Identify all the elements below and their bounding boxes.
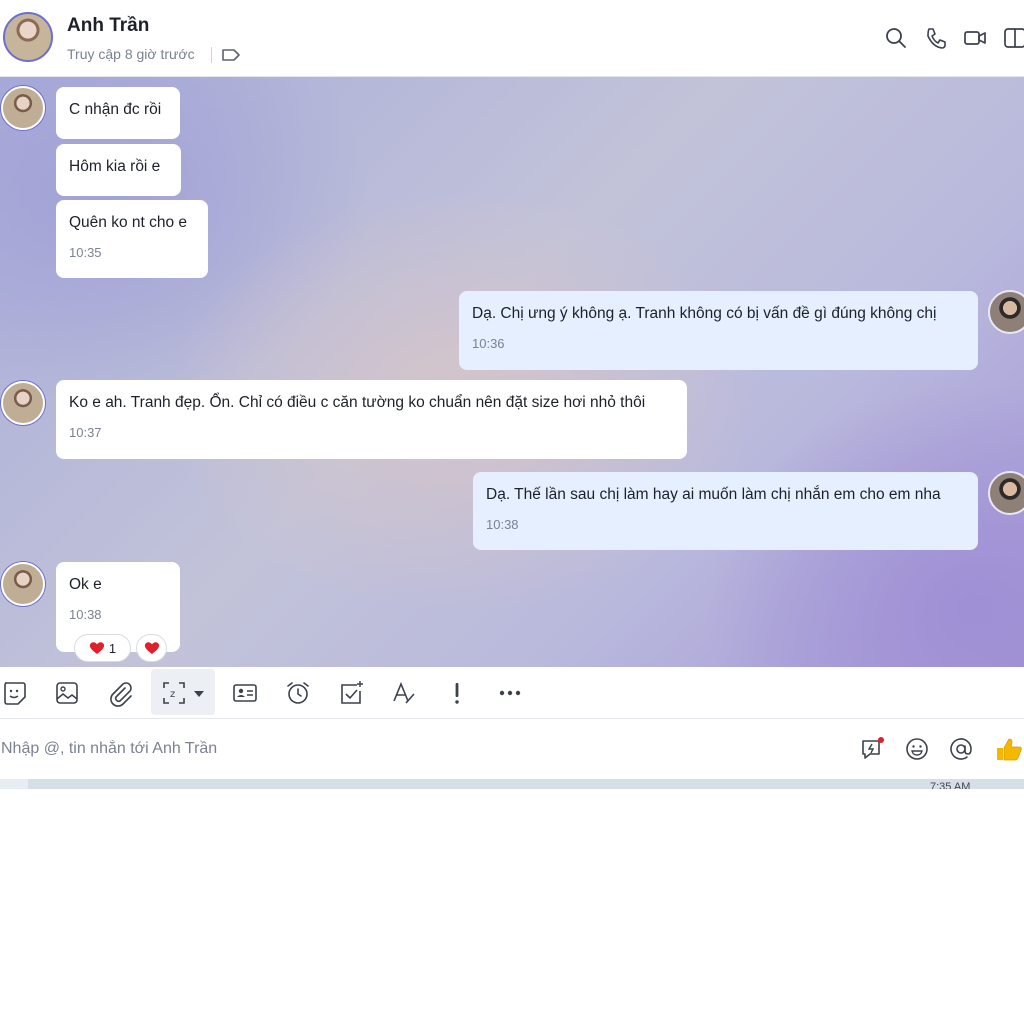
message-input[interactable] — [0, 735, 821, 763]
task-icon[interactable] — [337, 679, 365, 707]
message-text: Ko e ah. Tranh đẹp. Ổn. Chỉ có điều c că… — [69, 394, 646, 411]
chat-header: Anh Trần Truy cập 8 giờ trước — [0, 0, 1024, 77]
mention-icon[interactable] — [948, 736, 974, 762]
urgent-icon[interactable] — [443, 679, 471, 707]
message-bubble[interactable]: Quên ko nt cho e 10:35 — [56, 200, 208, 278]
composer-toolbar: z — [0, 667, 1024, 719]
contact-card-icon[interactable] — [231, 679, 259, 707]
screenshot-icon[interactable]: z — [160, 679, 188, 707]
sender-avatar[interactable] — [1, 381, 45, 425]
quick-message-icon[interactable] — [860, 736, 886, 762]
attachment-icon[interactable] — [106, 679, 134, 707]
message-text: Quên ko nt cho e — [69, 214, 188, 231]
reminder-icon[interactable] — [284, 679, 312, 707]
voice-call-icon[interactable] — [924, 25, 948, 51]
message-text: Dạ. Chị ưng ý không ạ. Tranh không có bị… — [472, 305, 937, 322]
message-bubble[interactable]: Hôm kia rồi e — [56, 144, 181, 196]
last-seen-status: Truy cập 8 giờ trước — [67, 46, 195, 62]
message-time: 10:36 — [472, 336, 505, 351]
taskbar-left — [0, 779, 28, 789]
message-time: 10:38 — [69, 607, 102, 622]
divider — [211, 47, 212, 63]
my-avatar[interactable] — [988, 471, 1024, 515]
message-bubble[interactable]: Dạ. Thế lần sau chị làm hay ai muốn làm … — [473, 472, 978, 550]
text-format-icon[interactable] — [390, 679, 418, 707]
taskbar-strip: 7:35 AM — [0, 779, 1024, 789]
message-time: 10:35 — [69, 245, 102, 260]
contact-avatar[interactable] — [3, 12, 53, 62]
more-icon[interactable] — [496, 679, 524, 707]
react-button[interactable] — [136, 634, 167, 662]
image-icon[interactable] — [53, 679, 81, 707]
message-list[interactable]: C nhận đc rồi Hôm kia rồi e Quên ko nt c… — [0, 77, 1024, 667]
sender-avatar[interactable] — [1, 86, 45, 130]
heart-icon — [144, 642, 159, 654]
sticker-icon[interactable] — [0, 679, 28, 707]
reaction-count: 1 — [108, 640, 117, 656]
search-icon[interactable] — [884, 25, 908, 51]
message-bubble[interactable]: C nhận đc rồi — [56, 87, 180, 139]
message-bubble[interactable]: Ko e ah. Tranh đẹp. Ổn. Chỉ có điều c că… — [56, 380, 687, 459]
like-icon[interactable] — [994, 736, 1024, 762]
message-text: Hôm kia rồi e — [69, 158, 161, 175]
message-time: 10:37 — [69, 425, 102, 440]
contact-name[interactable]: Anh Trần — [67, 15, 149, 37]
side-panel-icon[interactable] — [1003, 25, 1024, 51]
my-avatar[interactable] — [988, 290, 1024, 334]
chat-window: Anh Trần Truy cập 8 giờ trước C nhận đc … — [0, 0, 1024, 790]
sender-avatar[interactable] — [1, 562, 45, 606]
reaction-summary[interactable]: 1 — [74, 634, 131, 662]
video-call-icon[interactable] — [963, 25, 987, 51]
taskbar-clock: 7:35 AM — [930, 782, 971, 789]
composer — [0, 719, 1024, 779]
label-tag-icon[interactable] — [221, 46, 241, 64]
emoji-icon[interactable] — [904, 736, 930, 762]
svg-text:z: z — [170, 689, 175, 700]
message-time: 10:38 — [486, 517, 519, 532]
chevron-down-icon[interactable] — [190, 679, 208, 707]
message-text: Dạ. Thế lần sau chị làm hay ai muốn làm … — [486, 486, 941, 503]
heart-icon — [89, 642, 104, 654]
message-text: Ok e — [69, 576, 102, 593]
message-bubble[interactable]: Dạ. Chị ưng ý không ạ. Tranh không có bị… — [459, 291, 978, 370]
message-text: C nhận đc rồi — [69, 101, 162, 118]
